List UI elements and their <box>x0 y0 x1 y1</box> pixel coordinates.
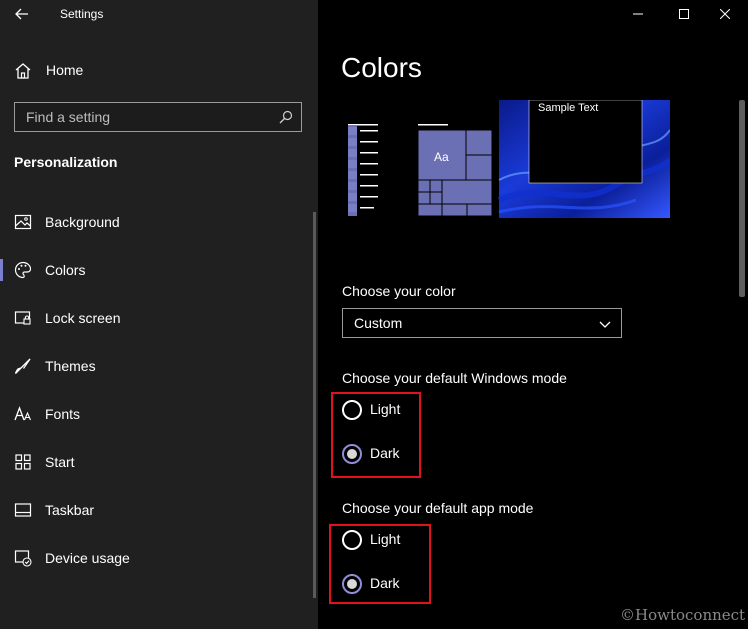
search-input[interactable]: Find a setting <box>14 102 302 132</box>
image-icon <box>14 214 32 230</box>
color-dropdown-value: Custom <box>354 315 403 331</box>
radio-label: Light <box>370 531 401 547</box>
home-icon <box>15 63 31 79</box>
device-usage-icon <box>14 550 32 567</box>
back-button[interactable] <box>8 2 36 26</box>
radio-circle <box>342 400 362 420</box>
section-title: Personalization <box>14 154 118 170</box>
home-label: Home <box>46 62 84 78</box>
sidebar-scrollbar[interactable] <box>313 212 316 598</box>
close-button[interactable] <box>702 0 748 28</box>
minimize-button[interactable] <box>615 0 661 28</box>
taskbar-icon <box>14 503 32 517</box>
radio-circle-selected <box>342 574 362 594</box>
maximize-icon <box>679 9 689 19</box>
palette-icon <box>14 261 32 279</box>
sidebar-item-background[interactable]: Background <box>0 202 318 242</box>
color-preview: Aa Sample Text <box>348 100 670 218</box>
tiles-preview <box>417 124 493 217</box>
radio-label: Light <box>370 401 401 417</box>
choose-color-label: Choose your color <box>342 283 456 299</box>
main-scrollbar[interactable] <box>739 100 745 297</box>
maximize-button[interactable] <box>661 0 707 28</box>
app-mode-dark-radio[interactable]: Dark <box>342 574 462 598</box>
sidebar-item-device-usage[interactable]: Device usage <box>0 538 318 578</box>
sidebar-item-start[interactable]: Start <box>0 442 318 482</box>
radio-circle-selected <box>342 444 362 464</box>
start-menu-preview <box>348 124 378 216</box>
windows-mode-light-radio[interactable]: Light <box>342 400 462 424</box>
app-title: Settings <box>60 7 104 21</box>
sidebar-item-label: Fonts <box>45 406 81 422</box>
sidebar-item-label: Lock screen <box>45 310 121 326</box>
app-mode-label: Choose your default app mode <box>342 500 534 516</box>
tile-text: Aa <box>434 150 449 164</box>
sidebar-item-label: Themes <box>45 358 96 374</box>
radio-label: Dark <box>370 575 400 591</box>
start-icon <box>15 454 31 470</box>
sidebar-item-label: Start <box>45 454 75 470</box>
brush-icon <box>14 358 31 374</box>
sidebar-item-label: Background <box>45 214 120 230</box>
font-icon <box>14 406 32 421</box>
sidebar-item-fonts[interactable]: Fonts <box>0 394 318 434</box>
search-icon[interactable] <box>279 110 293 124</box>
radio-label: Dark <box>370 445 400 461</box>
back-arrow-icon <box>15 8 28 20</box>
close-icon <box>720 9 730 19</box>
windows-mode-dark-radio[interactable]: Dark <box>342 444 462 468</box>
selection-indicator <box>0 259 3 281</box>
search-placeholder: Find a setting <box>26 109 111 125</box>
sidebar-item-home[interactable]: Home <box>0 52 318 88</box>
app-mode-light-radio[interactable]: Light <box>342 530 462 554</box>
sidebar-item-label: Taskbar <box>45 502 95 518</box>
radio-circle <box>342 530 362 550</box>
color-dropdown[interactable]: Custom <box>342 308 622 338</box>
sidebar-item-taskbar[interactable]: Taskbar <box>0 490 318 530</box>
chevron-down-icon <box>599 321 611 328</box>
wallpaper-preview <box>497 100 670 218</box>
sidebar: Settings Home Find a setting Personaliza… <box>0 0 318 629</box>
sidebar-item-lock-screen[interactable]: Lock screen <box>0 298 318 338</box>
sample-text: Sample Text <box>538 102 598 114</box>
lock-screen-icon <box>14 311 31 325</box>
minimize-icon <box>633 13 643 15</box>
watermark: ©Howtoconnect <box>620 606 746 624</box>
sidebar-item-colors[interactable]: Colors <box>0 250 318 290</box>
sidebar-item-label: Colors <box>45 262 86 278</box>
sidebar-item-label: Device usage <box>45 550 130 566</box>
sidebar-item-themes[interactable]: Themes <box>0 346 318 386</box>
page-title: Colors <box>341 52 422 83</box>
windows-mode-label: Choose your default Windows mode <box>342 370 567 386</box>
